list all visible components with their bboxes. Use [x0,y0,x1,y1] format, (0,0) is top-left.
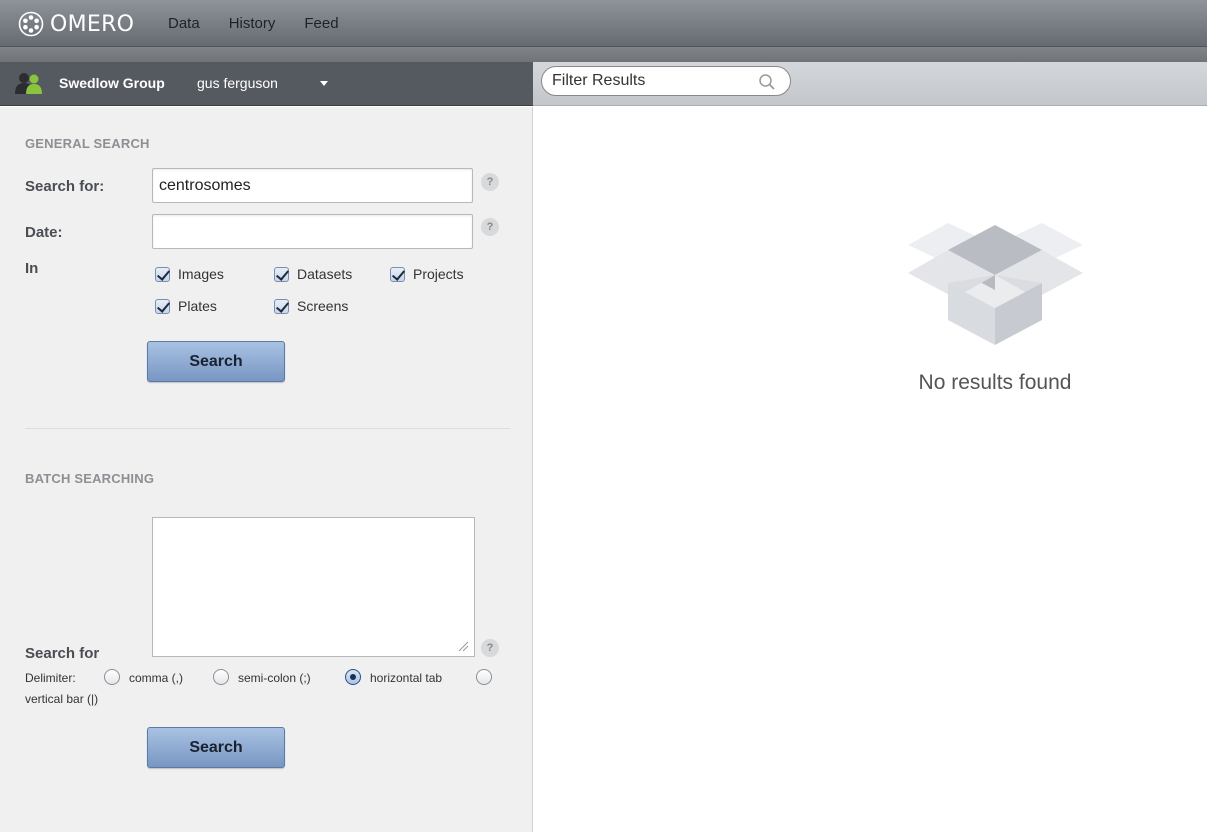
batch-help-icon[interactable]: ? [481,639,499,657]
chevron-down-icon[interactable] [320,81,328,86]
group-icon [15,73,42,94]
date-label: Date: [25,224,63,241]
nav-history[interactable]: History [229,15,276,32]
resize-grip-icon[interactable] [457,640,469,652]
results-toolbar [533,62,1207,106]
radio-semicolon[interactable] [213,669,229,685]
radio-horizontal-tab[interactable] [345,669,361,685]
group-name[interactable]: Swedlow Group [59,75,165,91]
checkbox-checked-icon[interactable] [155,298,170,314]
date-input[interactable] [152,214,473,249]
batch-search-title: BATCH SEARCHING [25,471,155,486]
toolbar-spacer [0,47,1207,62]
user-name[interactable]: gus ferguson [197,75,278,91]
radio-horizontal-tab-label: horizontal tab [370,671,443,685]
checkbox-checked-icon[interactable] [390,266,405,282]
checkbox-checked-icon[interactable] [274,298,289,314]
radio-vertical-bar-label: vertical bar (|) [25,692,99,706]
search-panel: GENERAL SEARCH Search for: ? Date: ? In … [0,107,533,832]
section-divider [25,428,510,429]
nav-data[interactable]: Data [168,15,200,32]
filter-box [541,66,791,96]
omero-logo-icon [18,11,44,37]
checkbox-label: Plates [178,298,217,314]
radio-comma[interactable] [104,669,120,685]
batch-search-button[interactable]: Search [147,727,285,768]
checkbox-checked-icon[interactable] [155,266,170,282]
radio-semicolon-label: semi-colon (;) [238,671,311,685]
checkbox-label: Images [178,266,224,282]
radio-vertical-bar[interactable] [476,669,492,685]
no-results-message: No results found [918,371,1072,394]
checkbox-label: Projects [413,266,464,282]
top-navigation-bar: OMERO Data History Feed [0,0,1207,47]
checkbox-checked-icon[interactable] [274,266,289,282]
omero-logo[interactable]: OMERO [18,10,134,38]
checkbox-images[interactable]: Images [155,266,224,282]
search-icon[interactable] [758,73,776,91]
in-label: In [25,260,39,277]
checkbox-screens[interactable]: Screens [274,298,348,314]
radio-comma-label: comma (,) [129,671,183,685]
checkbox-plates[interactable]: Plates [155,298,217,314]
empty-box-icon [908,223,1083,345]
checkbox-label: Screens [297,298,349,314]
search-for-help-icon[interactable]: ? [481,173,499,191]
date-help-icon[interactable]: ? [481,218,499,236]
app-name: OMERO [50,11,135,37]
filter-results-input[interactable] [552,72,752,90]
batch-search-for-label: Search for [25,645,100,662]
checkbox-label: Datasets [297,266,353,282]
batch-search-textarea[interactable] [152,517,475,657]
search-for-label: Search for: [25,178,105,195]
checkbox-projects[interactable]: Projects [390,266,464,282]
general-search-title: GENERAL SEARCH [25,136,150,151]
search-for-input[interactable] [152,168,473,203]
delimiter-label: Delimiter: [25,671,76,685]
nav-feed[interactable]: Feed [304,15,338,32]
general-search-button[interactable]: Search [147,341,285,382]
checkbox-datasets[interactable]: Datasets [274,266,352,282]
main-nav: Data History Feed [168,0,368,47]
results-panel: No results found [533,107,1207,832]
group-user-bar: Swedlow Group gus ferguson [0,62,533,106]
